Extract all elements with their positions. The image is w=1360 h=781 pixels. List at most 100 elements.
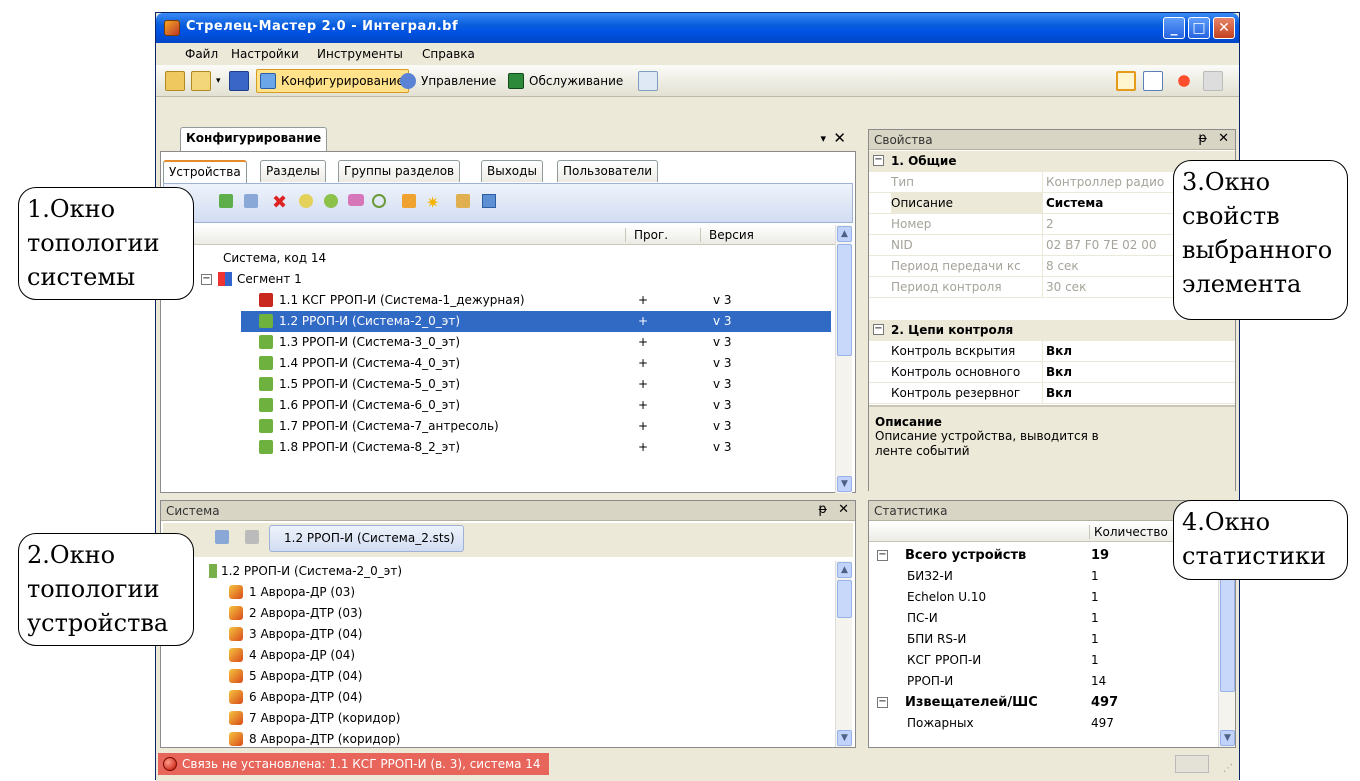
stats-row[interactable]: КСГ РРОП-И 1 (869, 650, 1217, 671)
title-bar[interactable]: Стрелец-Мастер 2.0 - Интеграл.bf _ □ ✕ (156, 13, 1239, 43)
stats-row[interactable]: БИЗ2-И 1 (869, 566, 1217, 587)
program-icon[interactable] (402, 194, 416, 208)
property-category-circuits[interactable]: − 2. Цепи контроля (869, 320, 1235, 341)
radio-device-icon (259, 356, 273, 370)
scroll-up-button[interactable]: ▲ (837, 562, 852, 578)
radio-device-icon (259, 398, 273, 412)
menu-help[interactable]: Справка (422, 47, 475, 61)
close-button[interactable]: ✕ (1213, 17, 1235, 39)
scroll-down-button[interactable]: ▼ (837, 730, 852, 746)
device-row[interactable]: 1.5 РРОП-И (Система-5_0_эт) + v 3 (241, 374, 831, 395)
system-scrollbar[interactable]: ▲ ▼ (835, 561, 852, 747)
manage-button[interactable]: Управление (396, 69, 501, 93)
config-scrollbar[interactable]: ▲ ▼ (835, 225, 852, 493)
device-row[interactable]: 1.7 РРОП-И (Система-7_антресоль) + v 3 (241, 416, 831, 437)
scroll-up-button[interactable]: ▲ (837, 226, 852, 242)
tab-devices[interactable]: Устройства (163, 160, 247, 183)
configure-button[interactable]: Конфигурирование (256, 69, 409, 93)
column-version[interactable]: Версия (700, 228, 754, 242)
column-prog[interactable]: Прог. (625, 228, 668, 242)
tab-users[interactable]: Пользователи (557, 160, 659, 182)
collapse-icon[interactable]: − (201, 274, 212, 285)
file-tab[interactable]: 1.2 РРОП-И (Система_2.sts) (269, 525, 464, 552)
property-row[interactable]: Контроль вскрытия Вкл (869, 341, 1235, 362)
stats-row[interactable]: БПИ RS-И 1 (869, 629, 1217, 650)
smoke-detector-icon (229, 732, 243, 746)
stats-row[interactable]: Пожарных 497 (869, 713, 1217, 734)
stats-row[interactable]: − Извещателей/ШС 497 (869, 692, 1217, 713)
minimize-button[interactable]: _ (1163, 17, 1185, 39)
share-icon (245, 530, 259, 544)
pane-close-icon[interactable]: ✕ (833, 129, 846, 147)
resize-grip-icon[interactable]: ⋰ (1223, 763, 1233, 774)
pane-close-icon[interactable]: ✕ (1218, 131, 1229, 146)
tab-outputs[interactable]: Выходы (481, 160, 543, 182)
callout-statistics: 4.Окно статистики (1173, 500, 1348, 580)
property-row[interactable]: Контроль резервног Вкл (869, 383, 1235, 404)
description-text: Описание устройства, выводится в ленте с… (875, 429, 1099, 458)
link-icon[interactable] (372, 194, 386, 208)
status-indicator (1175, 755, 1209, 773)
export-icon[interactable] (638, 71, 658, 91)
stats-row[interactable]: Echelon U.10 1 (869, 587, 1217, 608)
scroll-down-button[interactable]: ▼ (1220, 730, 1235, 746)
menu-tools[interactable]: Инструменты (317, 47, 403, 61)
connection-status: Связь не установлена: 1.1 КСГ РРОП-И (в.… (158, 753, 549, 775)
menu-bar: Файл Настройки Инструменты Справка (156, 43, 1239, 65)
tree-icon[interactable] (215, 530, 229, 544)
device-row[interactable]: 1.1 КСГ РРОП-И (Система-1_дежурная) + v … (241, 290, 831, 311)
layout-single-icon[interactable] (1143, 71, 1163, 91)
collapse-icon[interactable]: − (877, 550, 888, 561)
refresh-icon[interactable] (482, 194, 496, 208)
device-row[interactable]: 1.3 РРОП-И (Система-3_0_эт) + v 3 (241, 332, 831, 353)
tool-icon-1[interactable] (299, 194, 313, 208)
menu-file[interactable]: Файл (185, 47, 218, 61)
delete-icon[interactable]: ✖ (272, 192, 287, 213)
configuration-pane: Конфигурирование ▾ ✕ Устройства Разделы … (160, 127, 856, 493)
dropdown-arrow-icon[interactable]: ▾ (216, 71, 226, 91)
radio-device-icon (259, 377, 273, 391)
pin-icon[interactable]: ᵽ (1198, 131, 1207, 146)
pin-icon[interactable]: ᵽ (818, 502, 827, 517)
stats-row[interactable]: РРОП-И 14 (869, 671, 1217, 692)
device-row[interactable]: 1.2 РРОП-И (Система-2_0_эт) + v 3 (241, 311, 831, 332)
scroll-down-button[interactable]: ▼ (837, 476, 852, 492)
device-row[interactable]: 1.4 РРОП-И (Система-4_0_эт) + v 3 (241, 353, 831, 374)
device-row[interactable]: 1.6 РРОП-И (Система-6_0_эт) + v 3 (241, 395, 831, 416)
add-device-icon[interactable] (219, 194, 233, 208)
chevron-down-icon[interactable]: ▾ (820, 132, 826, 145)
tab-sections[interactable]: Разделы (260, 160, 326, 182)
scroll-thumb[interactable] (1220, 562, 1235, 692)
collapse-icon[interactable]: − (877, 697, 888, 708)
stats-row[interactable]: − Всего устройств 19 (869, 545, 1217, 566)
radio-device-icon (259, 335, 273, 349)
open-folder-icon[interactable] (191, 71, 211, 91)
upload-icon[interactable] (456, 194, 470, 208)
tree-node-system[interactable]: Система, код 14 (223, 248, 326, 269)
smoke-detector-icon (229, 648, 243, 662)
smoke-detector-icon (229, 690, 243, 704)
scroll-thumb[interactable] (837, 244, 852, 356)
sun-icon[interactable]: ✷ (426, 193, 439, 212)
property-row[interactable]: Контроль основного Вкл (869, 362, 1235, 383)
segment-icon (218, 272, 232, 286)
new-file-icon[interactable] (165, 71, 185, 91)
save-icon[interactable] (229, 71, 249, 91)
callout-properties: 3.Окно свойств выбранного элемента (1173, 160, 1348, 320)
tab-section-groups[interactable]: Группы разделов (338, 160, 461, 182)
tab-configuration[interactable]: Конфигурирование (180, 127, 328, 151)
pane-close-icon[interactable]: ✕ (838, 502, 849, 517)
app-window: Стрелец-Мастер 2.0 - Интеграл.bf _ □ ✕ Ф… (155, 12, 1240, 781)
scroll-thumb[interactable] (837, 580, 852, 618)
tool-icon-2[interactable] (324, 194, 338, 208)
menu-settings[interactable]: Настройки (231, 47, 299, 61)
layout-split-icon[interactable] (1116, 71, 1136, 91)
manage-icon (400, 73, 416, 89)
disconnect-icon[interactable] (1174, 71, 1194, 91)
device-row[interactable]: 1.8 РРОП-И (Система-8_2_эт) + v 3 (241, 437, 831, 458)
maximize-button[interactable]: □ (1188, 17, 1210, 39)
eraser-icon[interactable] (348, 194, 364, 206)
tree-icon[interactable] (244, 194, 258, 208)
service-button[interactable]: Обслуживание (504, 69, 628, 93)
stats-row[interactable]: ПС-И 1 (869, 608, 1217, 629)
